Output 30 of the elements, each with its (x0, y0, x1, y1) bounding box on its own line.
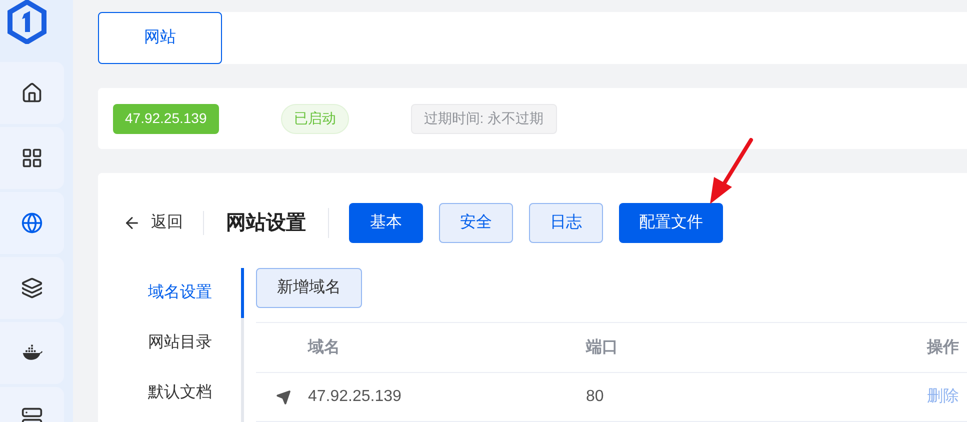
side-menu-item[interactable]: 网站目录 (148, 318, 244, 368)
nav-item[interactable] (0, 192, 64, 254)
globe-icon (21, 212, 43, 234)
layers-icon (21, 277, 43, 299)
column-header: 操作 (927, 338, 959, 358)
logo-icon (7, 0, 47, 44)
settings-tab[interactable]: 基本 (349, 203, 423, 243)
address-tag: 47.92.25.139 (113, 104, 219, 134)
page-tab[interactable]: 网站 (98, 12, 222, 64)
back-button[interactable]: 返回 (123, 211, 204, 235)
page-title: 网站设置 (204, 208, 329, 238)
side-menu-item[interactable]: 默认文档 (148, 368, 244, 418)
nav-item[interactable] (0, 62, 64, 124)
status-tag: 已启动 (280, 104, 349, 134)
settings-tab[interactable]: 配置文件 (619, 203, 723, 243)
nav-item[interactable] (0, 127, 64, 189)
column-header: 端口 (586, 338, 619, 358)
expiry-tag: 过期时间: 永不过期 (410, 104, 557, 134)
settings-tab[interactable]: 日志 (529, 203, 603, 243)
settings-tab[interactable]: 安全 (439, 203, 513, 243)
nav-item[interactable] (0, 322, 64, 384)
table-cell-text: 47.92.25.139 (308, 387, 402, 407)
column-header: 域名 (308, 338, 341, 358)
home-icon (21, 82, 43, 104)
side-menu-item[interactable]: 域名设置 (148, 268, 244, 318)
send-icon (276, 390, 291, 404)
add-domain-button[interactable]: 新增域名 (256, 268, 362, 308)
nav-item[interactable] (0, 257, 64, 319)
table-cell-text: 80 (586, 387, 605, 407)
grid-icon (21, 147, 43, 169)
